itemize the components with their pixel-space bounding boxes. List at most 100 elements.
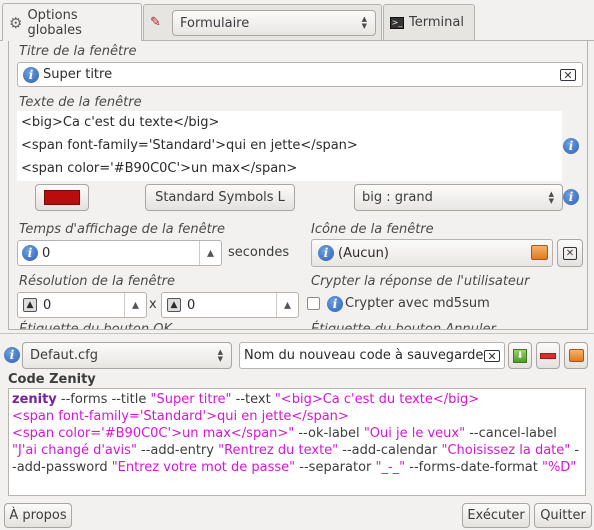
cancel-label-label: Étiquette du bouton Annuler bbox=[311, 322, 496, 330]
code-token: --add-calendar bbox=[338, 443, 442, 458]
width-icon: ▲ bbox=[23, 298, 37, 312]
tab-label: Options globales bbox=[27, 7, 82, 38]
code-token: "Rentrez du texte" bbox=[218, 443, 339, 458]
code-token: "Entrez votre mot de passe" bbox=[111, 460, 296, 475]
info-icon: i bbox=[4, 347, 20, 363]
text-line: <span font-family='Standard'>qui en jett… bbox=[21, 138, 358, 153]
clear-icon[interactable]: ✕ bbox=[484, 350, 500, 363]
code-token: "_-_" bbox=[375, 460, 406, 475]
code-token: --separator bbox=[295, 460, 376, 475]
code-token: --ok-label bbox=[294, 426, 364, 441]
code-token: "%D" bbox=[541, 460, 577, 475]
size-combo-value: big : grand bbox=[362, 190, 433, 205]
color-button[interactable] bbox=[35, 184, 89, 211]
save-button[interactable]: ⬇ bbox=[508, 342, 532, 369]
tab-combo-value: Formulaire bbox=[180, 15, 250, 31]
combo-arrows-icon: ▲ ▼ bbox=[361, 15, 367, 30]
code-token: zenity bbox=[12, 392, 57, 407]
delete-button[interactable] bbox=[536, 342, 560, 369]
about-button-label: À propos bbox=[9, 508, 67, 523]
code-title: Code Zenity bbox=[8, 372, 96, 387]
combo-arrows-icon: ▲ ▼ bbox=[548, 189, 554, 205]
spin-up-icon[interactable]: ▴ bbox=[199, 241, 221, 265]
text-line: <big>Ca c'est du texte</big> bbox=[21, 115, 220, 130]
execute-button-label: Exécuter bbox=[467, 508, 525, 523]
resolution-height-spinbox[interactable]: ▲ 0 ▴ bbox=[161, 292, 299, 318]
code-token: "Choisissez la date" bbox=[441, 443, 571, 458]
code-token: --add-entry bbox=[136, 443, 219, 458]
folder-icon bbox=[568, 349, 584, 362]
timeout-spinbox[interactable]: i 0 ▴ bbox=[17, 240, 222, 266]
zenity-code-view[interactable]: zenity --forms --title "Super titre" --t… bbox=[8, 388, 586, 496]
spin-up-icon[interactable]: ▴ bbox=[276, 293, 298, 317]
text-input[interactable]: <big>Ca c'est du texte</big> <span font-… bbox=[17, 111, 562, 181]
resolution-separator: x bbox=[149, 297, 157, 312]
code-token: <span font-family='Standard'>qui en jett… bbox=[12, 409, 349, 424]
config-combo-value: Defaut.cfg bbox=[30, 348, 98, 363]
clear-icon: ✕ bbox=[562, 246, 578, 260]
info-icon: i bbox=[23, 67, 39, 83]
save-icon: ⬇ bbox=[513, 348, 527, 363]
ok-label-label: Étiquette du bouton OK bbox=[19, 322, 172, 330]
spin-up-icon[interactable]: ▴ bbox=[124, 293, 146, 317]
code-token: "J'ai changé d'avis" bbox=[12, 443, 137, 458]
form-icon: ✎ bbox=[150, 15, 161, 30]
height-icon: ▲ bbox=[167, 298, 181, 312]
title-input-value: Super titre bbox=[43, 67, 113, 82]
info-icon: i bbox=[22, 245, 38, 261]
resolution-width-value: 0 bbox=[43, 297, 52, 313]
tab-formulaire[interactable]: ✎ Formulaire ▲ ▼ bbox=[143, 4, 382, 40]
timeout-label: Temps d'affichage de la fenêtre bbox=[19, 222, 226, 237]
title-input[interactable]: i Super titre ✕ bbox=[17, 62, 583, 87]
tab-label: Terminal bbox=[409, 15, 464, 30]
info-icon: i bbox=[563, 138, 579, 154]
timeout-value: 0 bbox=[42, 245, 51, 261]
title-field-label: Titre de la fenêtre bbox=[19, 44, 137, 59]
divider bbox=[0, 333, 594, 334]
options-panel: Titre de la fenêtre i Super titre ✕ Text… bbox=[8, 40, 588, 330]
code-token: --forms --title bbox=[56, 392, 151, 407]
tab-formulaire-combo[interactable]: Formulaire ▲ ▼ bbox=[172, 10, 376, 36]
quit-button[interactable]: Quitter bbox=[534, 503, 592, 528]
encrypt-checkbox[interactable] bbox=[307, 297, 320, 310]
new-code-name-placeholder: Nom du nouveau code à sauvegarder bbox=[244, 348, 489, 363]
gear-icon: ⚙ bbox=[9, 13, 23, 32]
about-button[interactable]: À propos bbox=[4, 503, 72, 528]
quit-button-label: Quitter bbox=[540, 508, 586, 523]
terminal-icon: >_ bbox=[390, 16, 404, 29]
info-icon: i bbox=[327, 296, 343, 312]
clear-icon-button[interactable]: ✕ bbox=[557, 239, 583, 267]
icon-chooser-value: (Aucun) bbox=[338, 245, 389, 261]
config-combo[interactable]: Defaut.cfg ▲ ▼ bbox=[22, 342, 232, 369]
tab-terminal[interactable]: >_ Terminal bbox=[383, 4, 475, 40]
resolution-width-spinbox[interactable]: ▲ 0 ▴ bbox=[17, 292, 147, 318]
text-field-label: Texte de la fenêtre bbox=[19, 95, 142, 110]
resolution-label: Résolution de la fenêtre bbox=[19, 274, 175, 289]
info-icon: i bbox=[563, 189, 579, 205]
folder-icon bbox=[531, 245, 548, 260]
code-token: <span color='#B90C0C'>un max</span>" bbox=[12, 426, 295, 441]
execute-button[interactable]: Exécuter bbox=[462, 503, 530, 528]
open-button[interactable] bbox=[564, 342, 588, 369]
encrypt-label: Crypter la réponse de l'utilisateur bbox=[311, 274, 530, 289]
timeout-unit: secondes bbox=[228, 245, 290, 260]
font-button-label: Standard Symbols L bbox=[155, 190, 285, 205]
text-line: <span color='#B90C0C'>un max</span> bbox=[21, 161, 298, 176]
font-button[interactable]: Standard Symbols L bbox=[145, 184, 295, 211]
size-combo[interactable]: big : grand ▲ ▼ bbox=[354, 184, 563, 211]
code-token: "Oui je le veux" bbox=[363, 426, 466, 441]
icon-chooser[interactable]: i (Aucun) bbox=[311, 239, 553, 267]
combo-arrows-icon: ▲ ▼ bbox=[217, 347, 223, 363]
color-swatch bbox=[44, 190, 80, 205]
resolution-height-value: 0 bbox=[187, 297, 196, 313]
tab-options-globales[interactable]: ⚙ Options globales bbox=[2, 3, 142, 41]
remove-icon bbox=[540, 352, 556, 359]
icon-field-label: Icône de la fenêtre bbox=[311, 222, 434, 237]
new-code-name-input[interactable]: Nom du nouveau code à sauvegarder ✕ bbox=[239, 342, 505, 369]
clear-icon[interactable]: ✕ bbox=[560, 69, 576, 82]
code-token: --cancel-label bbox=[465, 426, 557, 441]
code-token: "Super titre" bbox=[150, 392, 232, 407]
code-token: --forms-date-format bbox=[405, 460, 542, 475]
code-token: "<big>Ca c'est du texte</big> bbox=[274, 392, 480, 407]
code-token: --text bbox=[231, 392, 275, 407]
